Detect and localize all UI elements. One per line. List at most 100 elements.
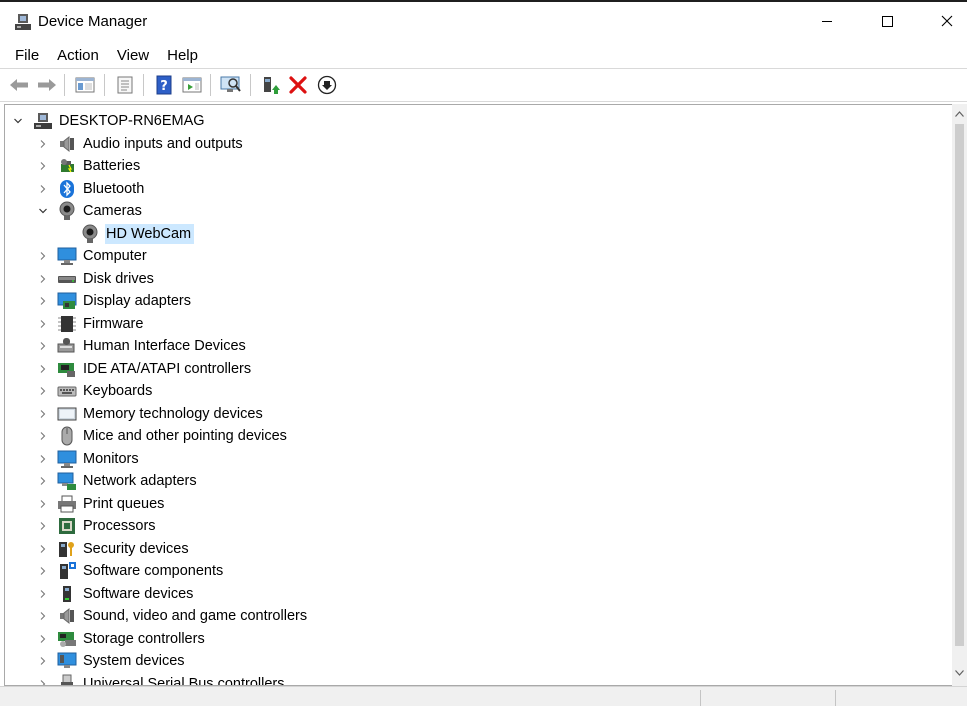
menu-help[interactable]: Help	[159, 44, 206, 68]
tree-root-node[interactable]: DESKTOP-RN6EMAG	[33, 110, 208, 132]
expander-software-devices[interactable]	[38, 589, 48, 599]
menu-file[interactable]: File	[7, 44, 47, 68]
expander-firmware[interactable]	[38, 319, 48, 329]
tree-category-ide-ata-atapi-controllers[interactable]: IDE ATA/ATAPI controllers	[57, 358, 254, 380]
tree-item-label: Software devices	[83, 585, 194, 602]
properties-button[interactable]	[114, 74, 136, 96]
tree-category-disk-drives[interactable]: Disk drives	[57, 268, 157, 290]
menu-action[interactable]: Action	[49, 44, 107, 68]
tree-category-system-devices[interactable]: System devices	[57, 650, 188, 672]
speaker-icon	[57, 134, 77, 154]
expander-network-adapters[interactable]	[38, 476, 48, 486]
title-bar[interactable]: Device Manager	[0, 2, 967, 40]
usb-icon	[57, 674, 77, 685]
expander-memory-technology-devices[interactable]	[38, 409, 48, 419]
maximize-button[interactable]	[858, 2, 916, 40]
tree-category-monitors[interactable]: Monitors	[57, 448, 142, 470]
back-button[interactable]	[8, 74, 30, 96]
tree-device-hd-webcam[interactable]: HD WebCam	[80, 223, 195, 245]
uninstall-device-button[interactable]	[287, 74, 309, 96]
show-hide-console-tree-icon	[75, 77, 95, 93]
expander-security-devices[interactable]	[38, 544, 48, 554]
hid-icon	[57, 336, 77, 356]
expander-sound-video-and-game-controllers[interactable]	[38, 611, 48, 621]
scroll-down-button[interactable]	[952, 666, 967, 680]
expander-human-interface-devices[interactable]	[38, 341, 48, 351]
svg-text:?: ?	[160, 79, 168, 94]
expander-software-components[interactable]	[38, 566, 48, 576]
expander-audio-inputs-and-outputs[interactable]	[38, 139, 48, 149]
expander-keyboards[interactable]	[38, 386, 48, 396]
properties-icon	[117, 76, 133, 94]
root-expander[interactable]	[13, 116, 23, 126]
tree-category-memory-technology-devices[interactable]: Memory technology devices	[57, 403, 266, 425]
help-button[interactable]: ?	[153, 74, 175, 96]
show-hide-console-tree-button[interactable]	[74, 74, 96, 96]
expander-print-queues[interactable]	[38, 499, 48, 509]
scroll-up-button[interactable]	[952, 108, 967, 120]
expander-system-devices[interactable]	[38, 656, 48, 666]
tree-device-label: HD WebCam	[105, 223, 195, 244]
tree-category-computer[interactable]: Computer	[57, 245, 150, 267]
tree-category-print-queues[interactable]: Print queues	[57, 493, 167, 515]
tree-item-label: Sound, video and game controllers	[83, 608, 308, 624]
disable-device-button[interactable]	[316, 74, 338, 96]
tree-category-display-adapters[interactable]: Display adapters	[57, 290, 194, 312]
forward-icon	[38, 79, 56, 91]
tree-category-universal-serial-bus-controllers[interactable]: Universal Serial Bus controllers	[57, 673, 287, 685]
tree-category-cameras[interactable]: Cameras	[57, 200, 145, 222]
webcam-icon	[80, 224, 100, 244]
tree-category-keyboards[interactable]: Keyboards	[57, 380, 155, 402]
tree-category-software-components[interactable]: Software components	[57, 560, 226, 582]
expander-bluetooth[interactable]	[38, 184, 48, 194]
chevron-down-icon	[14, 118, 22, 124]
tree-category-network-adapters[interactable]: Network adapters	[57, 470, 200, 492]
tree-category-processors[interactable]: Processors	[57, 515, 159, 537]
software-device-icon	[57, 584, 77, 604]
expander-batteries[interactable]	[38, 161, 48, 171]
expander-cameras[interactable]	[38, 206, 48, 216]
tree-category-audio-inputs-and-outputs[interactable]: Audio inputs and outputs	[57, 133, 246, 155]
tree-category-mice-and-other-pointing-devices[interactable]: Mice and other pointing devices	[57, 425, 290, 447]
expander-processors[interactable]	[38, 521, 48, 531]
scroll-down-arrow-icon	[955, 670, 964, 676]
tree-category-human-interface-devices[interactable]: Human Interface Devices	[57, 335, 249, 357]
update-driver-button[interactable]	[259, 74, 281, 96]
expander-computer[interactable]	[38, 251, 48, 261]
chevron-right-icon	[40, 454, 46, 463]
expander-disk-drives[interactable]	[38, 274, 48, 284]
tree-category-sound-video-and-game-controllers[interactable]: Sound, video and game controllers	[57, 605, 310, 627]
tree-item-label: Computer	[83, 248, 147, 264]
tree-category-security-devices[interactable]: Security devices	[57, 538, 192, 560]
chevron-right-icon	[40, 544, 46, 553]
expander-storage-controllers[interactable]	[38, 634, 48, 644]
expander-mice-and-other-pointing-devices[interactable]	[38, 431, 48, 441]
tree-item-label: Security devices	[83, 540, 189, 557]
tree-item-label: Human Interface Devices	[83, 338, 246, 354]
update-driver-icon	[264, 77, 280, 94]
scan-hardware-button[interactable]	[220, 74, 242, 96]
action-pane-icon	[182, 77, 202, 93]
chevron-right-icon	[40, 409, 46, 418]
tree-category-firmware[interactable]: Firmware	[57, 313, 146, 335]
minimize-button[interactable]	[798, 2, 856, 40]
action-pane-button[interactable]	[181, 74, 203, 96]
scroll-thumb[interactable]	[955, 124, 964, 646]
expander-universal-serial-bus-controllers[interactable]	[38, 679, 48, 685]
device-tree[interactable]: DESKTOP-RN6EMAG Audio inputs and outputs…	[4, 104, 953, 686]
expander-ide-ata-atapi-controllers[interactable]	[38, 364, 48, 374]
close-button[interactable]	[918, 2, 967, 40]
vertical-scrollbar[interactable]	[952, 104, 967, 686]
menu-view[interactable]: View	[109, 44, 157, 68]
tree-category-software-devices[interactable]: Software devices	[57, 583, 196, 605]
tree-item-label: Bluetooth	[83, 180, 145, 197]
tree-category-bluetooth[interactable]: Bluetooth	[57, 178, 147, 200]
tree-category-batteries[interactable]: Batteries	[57, 155, 143, 177]
tree-category-storage-controllers[interactable]: Storage controllers	[57, 628, 208, 650]
expander-monitors[interactable]	[38, 454, 48, 464]
chevron-right-icon	[40, 522, 46, 530]
forward-button[interactable]	[36, 74, 58, 96]
expander-display-adapters[interactable]	[38, 296, 48, 306]
toolbar-separator	[143, 74, 144, 96]
tree-item-label: Print queues	[83, 495, 165, 512]
